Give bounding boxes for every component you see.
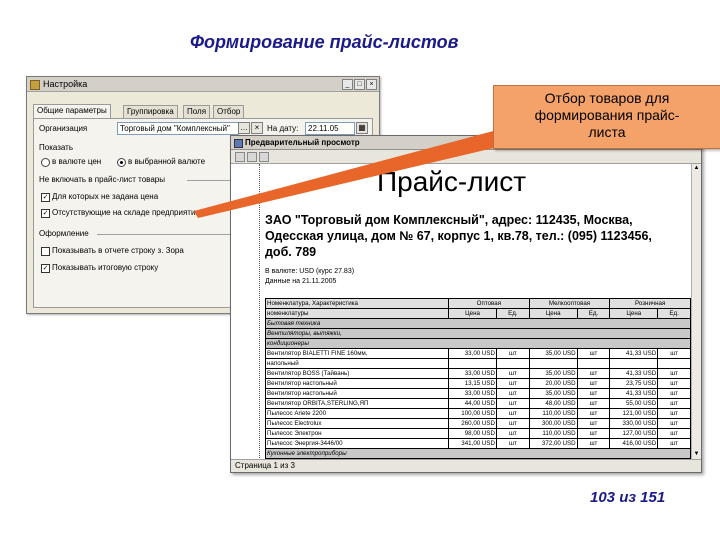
callout-arrow-shape [194, 130, 502, 218]
callout-box: Отбор товаров для формирования прайс- ли… [493, 85, 720, 149]
callout-arrow [194, 130, 502, 218]
callout-line-1: Отбор товаров для [544, 90, 670, 106]
page-counter: 103 из 151 [590, 489, 666, 506]
callout-line-2: формирования прайс- [534, 107, 680, 123]
callout-text: Отбор товаров для формирования прайс- ли… [494, 90, 720, 141]
callout-line-3: листа [588, 124, 626, 140]
